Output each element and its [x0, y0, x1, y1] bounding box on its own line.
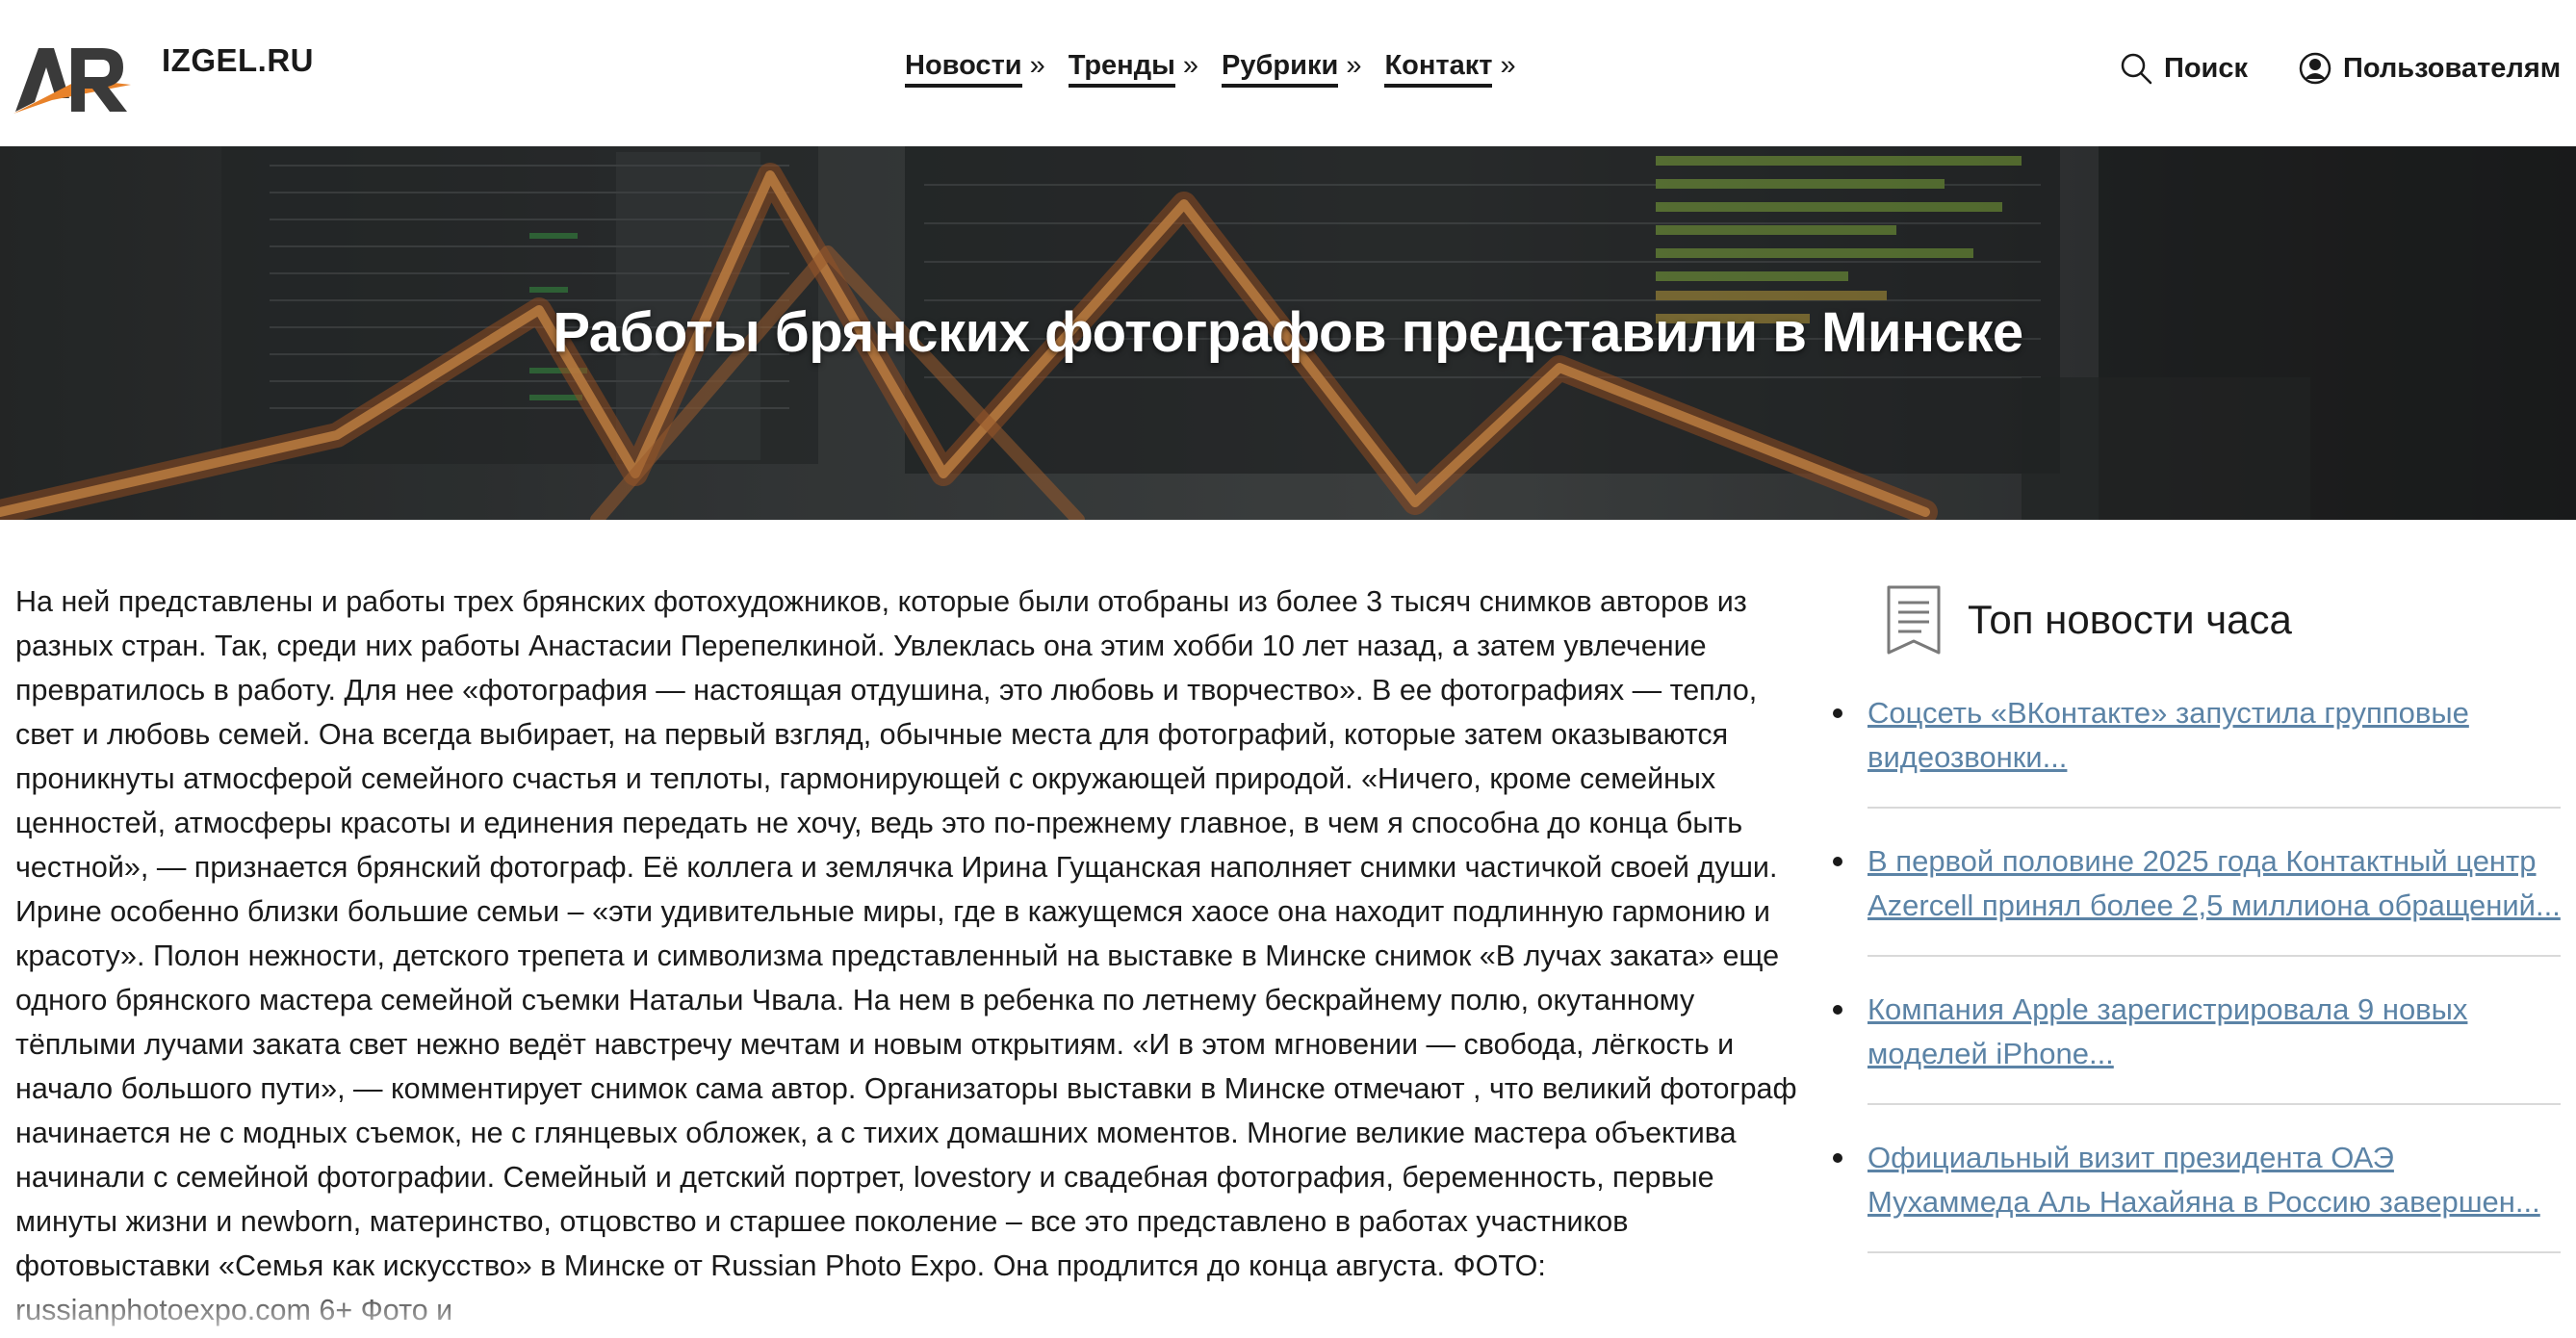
nav-rubrics[interactable]: Рубрики » — [1222, 50, 1361, 88]
news-link[interactable]: В первой половине 2025 года Контактный ц… — [1868, 844, 2561, 922]
sidebar-title: Топ новости часа — [1968, 597, 2292, 642]
sidebar-header: Топ новости часа — [1883, 583, 2292, 656]
news-item: Компания Apple зарегистрировала 9 новых … — [1833, 988, 2561, 1105]
news-link[interactable]: Компания Apple зарегистрировала 9 новых … — [1868, 992, 2467, 1070]
site-header: IZGEL.RU Новости » Тренды » Рубрики » Ко… — [0, 0, 2576, 146]
hero-banner: Работы брянских фотографов представили в… — [0, 146, 2576, 520]
main-nav: Новости » Тренды » Рубрики » Контакт » — [905, 50, 1539, 88]
article-body: На ней представлены и работы трех брянск… — [15, 585, 1797, 1326]
search-label: Поиск — [2164, 52, 2249, 84]
search-button[interactable]: Поиск — [2120, 52, 2248, 85]
nav-rubrics-label[interactable]: Рубрики — [1222, 50, 1339, 88]
nav-trends-arrow: » — [1182, 50, 1199, 81]
nav-rubrics-arrow: » — [1346, 50, 1362, 81]
site-name[interactable]: IZGEL.RU — [162, 42, 314, 79]
nav-contact[interactable]: Контакт » — [1384, 50, 1516, 88]
site-logo[interactable] — [13, 40, 131, 114]
nav-trends[interactable]: Тренды » — [1068, 50, 1199, 88]
document-icon — [1887, 585, 1941, 655]
users-label: Пользователям — [2343, 52, 2562, 84]
news-item: Соцсеть «ВКонтакте» запустила групповые … — [1833, 691, 2561, 809]
bullet — [1833, 1153, 1842, 1163]
nav-contact-label[interactable]: Контакт — [1384, 50, 1493, 88]
bottom-fade — [0, 1280, 2576, 1338]
user-icon — [2299, 52, 2331, 85]
bullet — [1833, 1005, 1842, 1015]
bullet — [1833, 708, 1842, 718]
nav-contact-arrow: » — [1500, 50, 1516, 81]
nav-news-label[interactable]: Новости — [905, 50, 1022, 88]
news-link[interactable]: Официальный визит президента ОАЭ Мухамме… — [1868, 1141, 2540, 1219]
users-button[interactable]: Пользователям — [2299, 52, 2561, 85]
nav-news[interactable]: Новости » — [905, 50, 1045, 88]
bullet — [1833, 857, 1842, 866]
news-link[interactable]: Соцсеть «ВКонтакте» запустила групповые … — [1868, 696, 2469, 774]
top-news-list: Соцсеть «ВКонтакте» запустила групповые … — [1833, 691, 2561, 1284]
news-item: В первой половине 2025 года Контактный ц… — [1833, 839, 2561, 957]
search-icon — [2121, 53, 2152, 85]
news-item: Официальный визит президента ОАЭ Мухамме… — [1833, 1136, 2561, 1253]
article-title: Работы брянских фотографов представили в… — [553, 301, 2023, 364]
nav-trends-label[interactable]: Тренды — [1068, 50, 1175, 88]
nav-news-arrow: » — [1029, 50, 1045, 81]
